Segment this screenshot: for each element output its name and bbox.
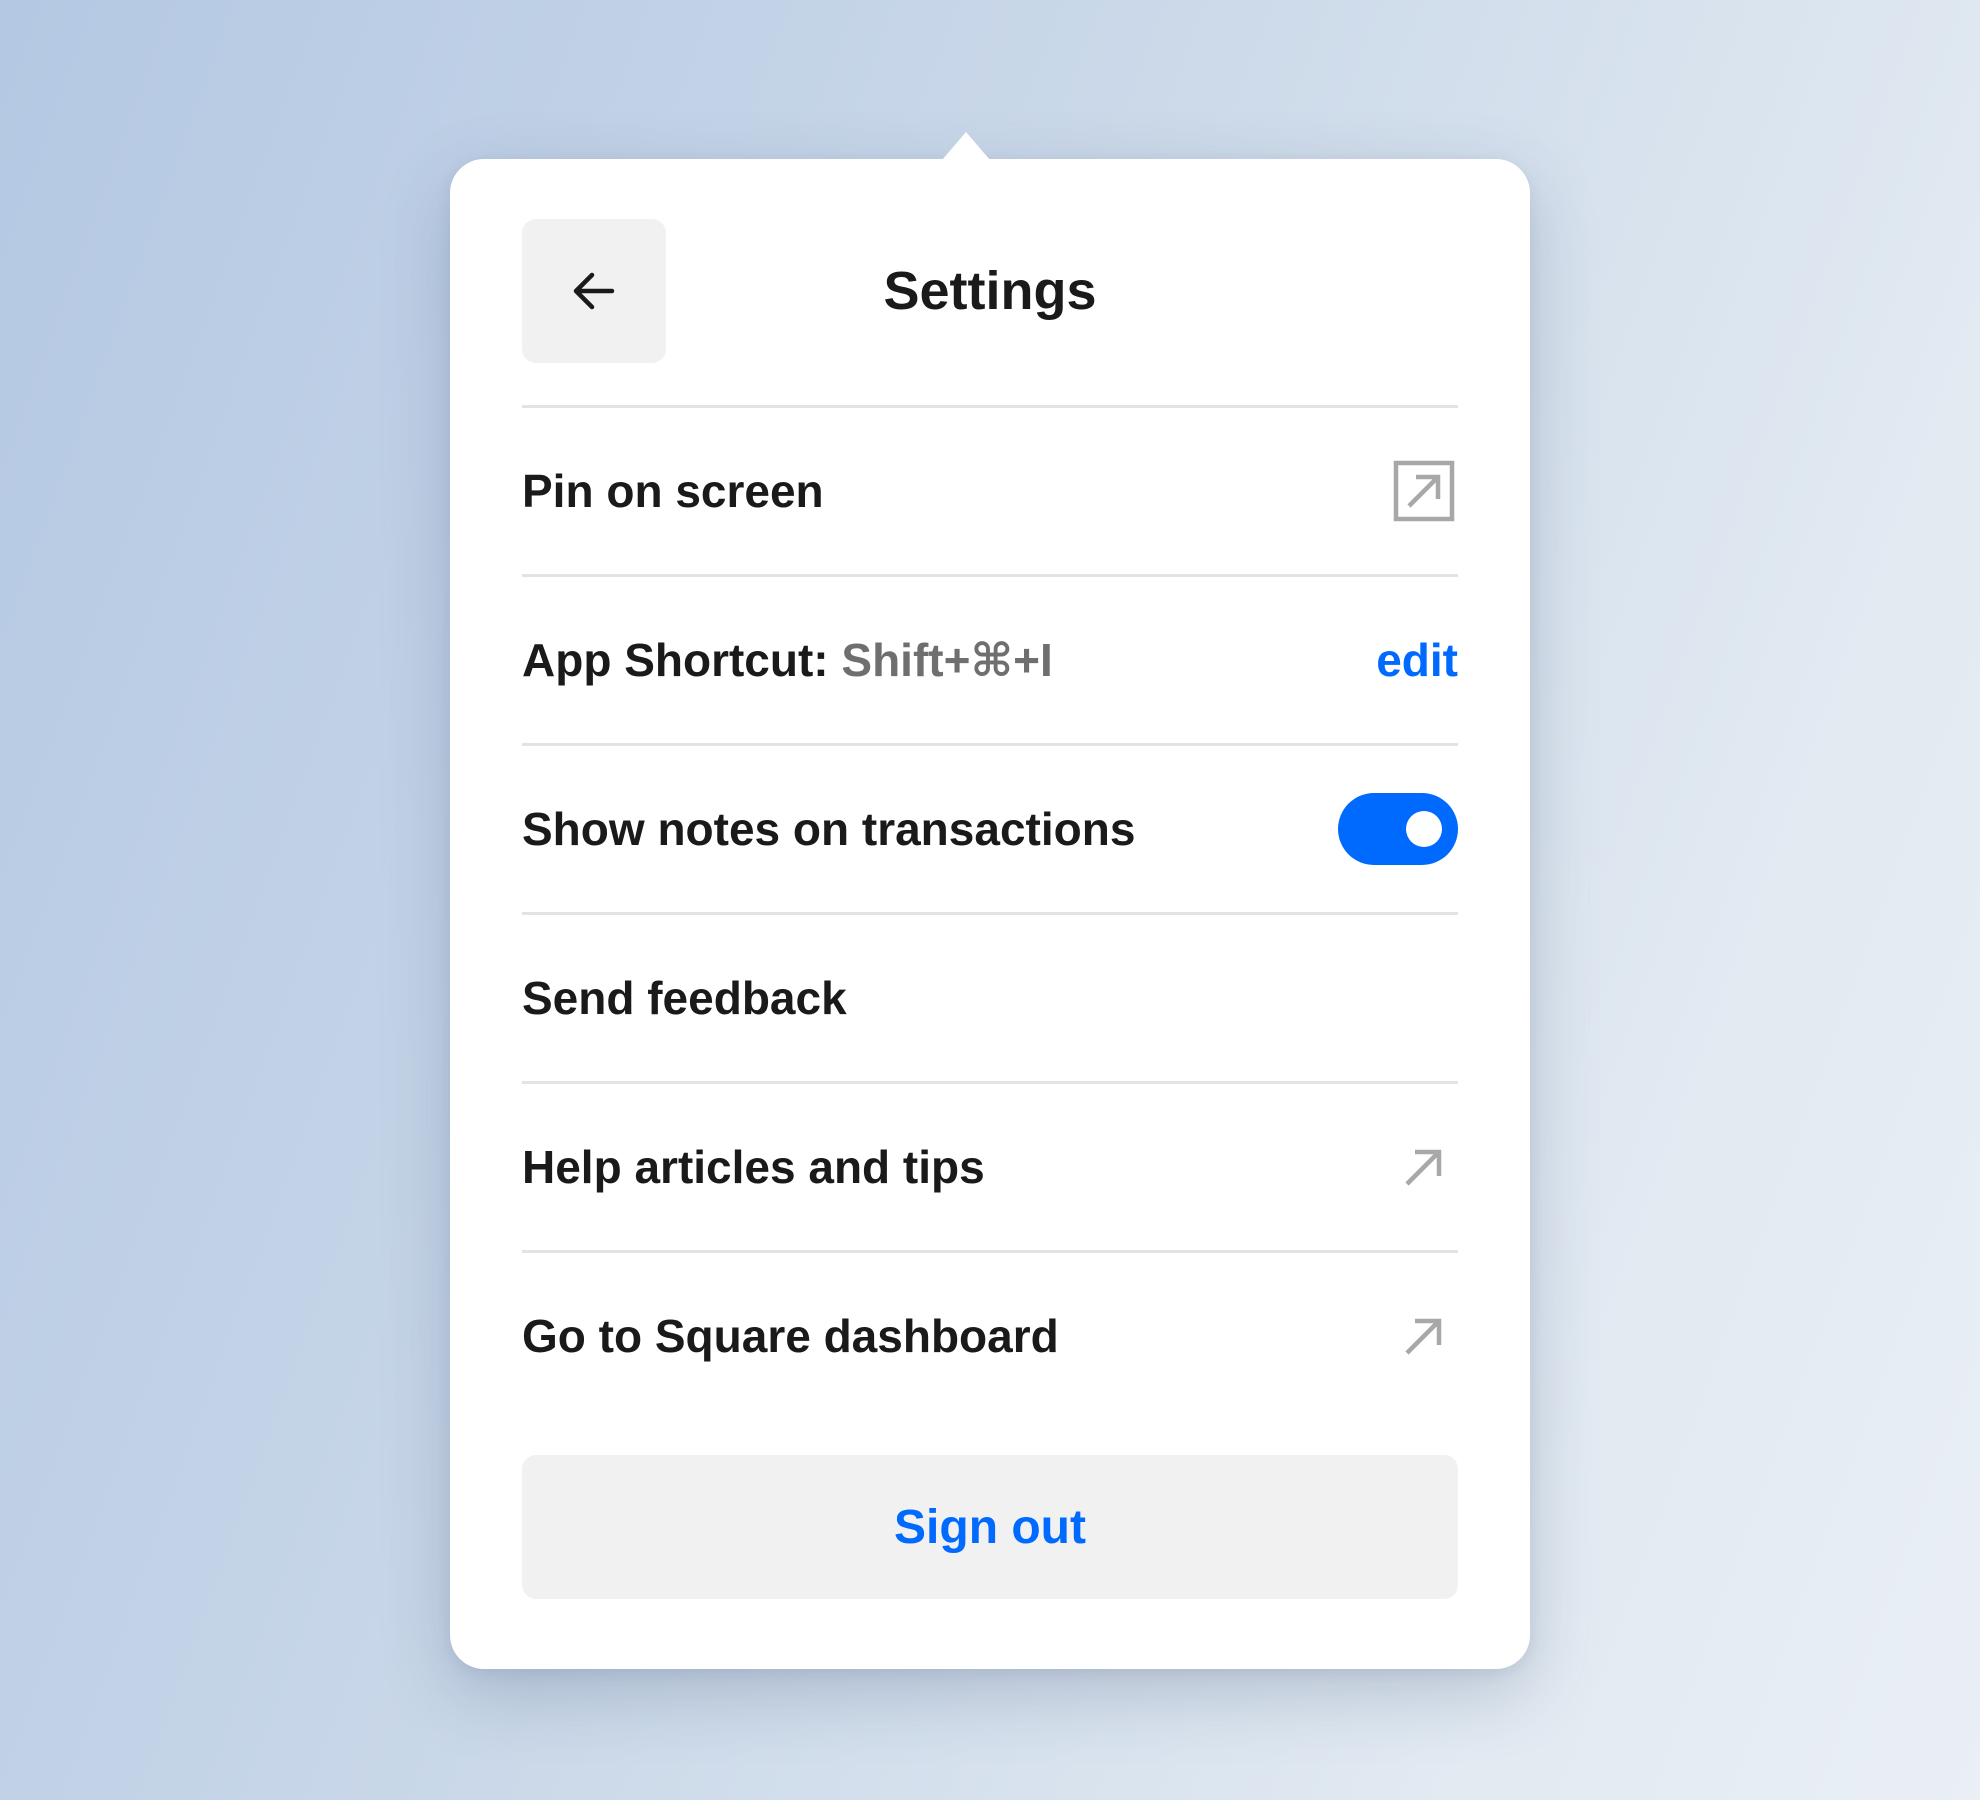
settings-list: Pin on screen App Shortcut: Shift+⌘+I ed…: [522, 405, 1458, 1419]
help-articles-label: Help articles and tips: [522, 1141, 985, 1193]
app-shortcut-label: App Shortcut:: [522, 634, 829, 686]
app-shortcut-row: App Shortcut: Shift+⌘+I edit: [522, 574, 1458, 743]
arrow-left-icon: [568, 265, 620, 317]
show-notes-row[interactable]: Show notes on transactions: [522, 743, 1458, 912]
back-button[interactable]: [522, 219, 666, 363]
pin-on-screen-row[interactable]: Pin on screen: [522, 405, 1458, 574]
show-notes-label: Show notes on transactions: [522, 803, 1136, 855]
edit-shortcut-link[interactable]: edit: [1376, 633, 1458, 687]
pin-window-icon[interactable]: [1392, 459, 1456, 523]
square-dashboard-row[interactable]: Go to Square dashboard: [522, 1250, 1458, 1419]
send-feedback-row[interactable]: Send feedback: [522, 912, 1458, 1081]
sign-out-button[interactable]: Sign out: [522, 1455, 1458, 1599]
popover-caret: [942, 132, 990, 160]
show-notes-toggle[interactable]: [1338, 793, 1458, 865]
pin-on-screen-label: Pin on screen: [522, 465, 824, 517]
external-link-arrow-icon: [1392, 1304, 1456, 1368]
toggle-knob: [1406, 811, 1442, 847]
settings-header: Settings: [522, 219, 1458, 363]
help-articles-row[interactable]: Help articles and tips: [522, 1081, 1458, 1250]
settings-popover: Settings Pin on screen App Shortcut: Shi…: [450, 159, 1530, 1669]
external-link-arrow-icon: [1392, 1135, 1456, 1199]
app-shortcut-text: App Shortcut: Shift+⌘+I: [522, 633, 1053, 687]
app-shortcut-value: Shift+⌘+I: [841, 634, 1053, 686]
send-feedback-label: Send feedback: [522, 972, 847, 1024]
square-dashboard-label: Go to Square dashboard: [522, 1310, 1059, 1362]
